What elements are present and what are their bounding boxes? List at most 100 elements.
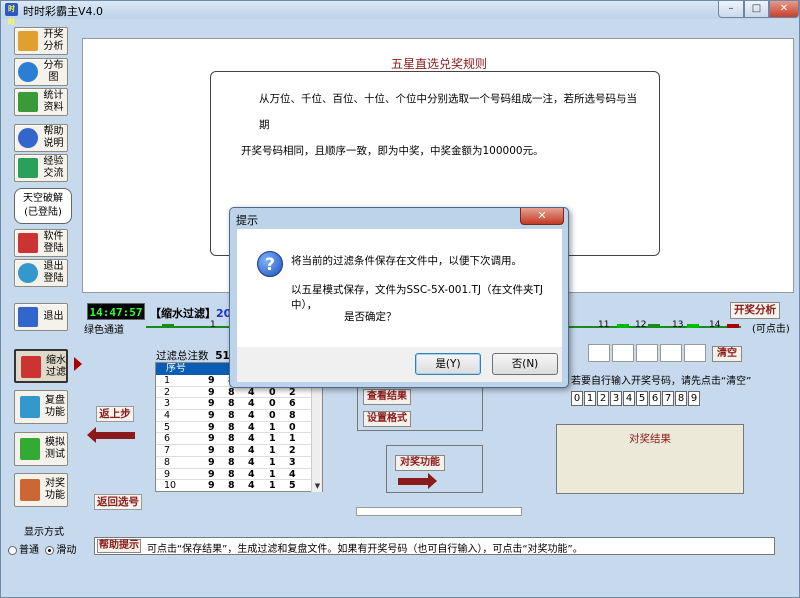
digit-button[interactable]: 1 (584, 391, 596, 406)
maximize-button[interactable]: □ (744, 1, 769, 18)
channel-segment (162, 324, 174, 328)
puzzle-icon (20, 479, 40, 501)
dialog-line-3: 是否确定？ (344, 311, 397, 323)
prize-function-button[interactable]: 对奖功能 (395, 455, 445, 471)
table-row[interactable]: 8 9 8 4 1 3 (156, 457, 322, 469)
title-bar: 时时 时时彩霸主V4.0 – □ ✕ (1, 1, 799, 26)
mode-prize-button[interactable]: 对奖 功能 (14, 473, 68, 507)
row-digit: 8 (228, 410, 235, 422)
yes-button[interactable]: 是(Y) (415, 353, 481, 375)
arrow-right-icon (398, 473, 437, 489)
sidebar-item-label: 统计 资料 (43, 90, 64, 113)
number-input-4[interactable] (660, 344, 682, 362)
row-digit: 1 (289, 433, 296, 445)
radio-scroll[interactable] (45, 545, 55, 555)
refresh-icon (20, 438, 40, 460)
row-number: 1 (164, 375, 171, 386)
sidebar-item-exchange[interactable]: 经验 交流 (14, 154, 68, 182)
table-row[interactable]: 7 9 8 4 1 2 (156, 445, 322, 457)
row-digit: 1 (269, 468, 276, 480)
digit-pad: 0123456789 (571, 391, 701, 407)
sidebar-item-exit[interactable]: 退出 (14, 303, 68, 331)
sidebar-item-label: 退出 (43, 311, 64, 322)
set-format-button[interactable]: 设置格式 (363, 411, 411, 427)
digit-button[interactable]: 8 (675, 391, 687, 406)
digit-button[interactable]: 4 (623, 391, 635, 406)
mode-replay-button[interactable]: 复盘 功能 (14, 390, 68, 424)
account-badge[interactable]: 天空破解 (已登陆) (14, 188, 72, 224)
digit-button[interactable]: 0 (571, 391, 583, 406)
row-digit: 9 (208, 386, 215, 398)
radio-normal[interactable] (8, 545, 17, 555)
filter-total-value: 51 (215, 350, 230, 362)
row-digit: 4 (248, 398, 255, 410)
dialog-close-button[interactable]: ✕ (520, 208, 564, 225)
filter-total-label: 过滤总注数 (156, 350, 209, 362)
table-row[interactable]: 5 9 8 4 1 0 (156, 422, 322, 434)
mode-simulate-button[interactable]: 模拟 测试 (14, 432, 68, 466)
dialog-line-2: 以五星模式保存，文件为SSC-5X-001.TJ（在文件夹TJ中）， (291, 284, 543, 311)
minimize-button[interactable]: – (718, 1, 744, 18)
sidebar-item-login[interactable]: 软件 登陆 (14, 229, 68, 257)
no-button[interactable]: 否(N) (492, 353, 558, 375)
table-row[interactable]: 6 9 8 4 1 1 (156, 433, 322, 446)
sidebar-item-label: 开奖 分析 (43, 29, 64, 52)
table-row[interactable]: 4 9 8 4 0 8 (156, 410, 322, 422)
digit-button[interactable]: 9 (688, 391, 700, 406)
number-input-1[interactable] (588, 344, 610, 362)
help-tip-button[interactable]: 帮助提示 (97, 539, 141, 553)
row-digit: 4 (248, 456, 255, 468)
window-title: 时时彩霸主V4.0 (23, 5, 104, 18)
table-row[interactable]: 9 9 8 4 1 4 (156, 469, 322, 481)
row-digit: 8 (228, 445, 235, 457)
close-button[interactable]: ✕ (769, 1, 799, 18)
channel-mark: 13 (672, 320, 684, 330)
row-digit: 4 (248, 445, 255, 457)
channel-segment (648, 324, 660, 328)
help-icon (18, 128, 38, 148)
filter-total: 过滤总注数 51 (156, 348, 230, 363)
mode-label: 对奖 功能 (45, 478, 65, 501)
clear-button[interactable]: 清空 (712, 346, 742, 362)
mode-filter-button[interactable]: 缩水 过滤 (14, 349, 68, 383)
row-digit: 0 (289, 421, 296, 433)
view-results-button[interactable]: 查看结果 (363, 389, 411, 405)
green-channel-label: 绿色通道 (84, 325, 124, 336)
number-input-2[interactable] (612, 344, 634, 362)
account-name: 天空破解 (23, 193, 63, 204)
table-row[interactable]: 2 9 8 4 0 2 (156, 387, 322, 399)
globe-icon (18, 62, 38, 82)
row-number: 10 (164, 480, 177, 492)
sidebar-item-logout[interactable]: 退出 登陆 (14, 259, 68, 287)
table-row[interactable]: 3 9 8 4 0 6 (156, 398, 322, 411)
rules-line-1: 从万位、千位、百位、十位、个位中分别选取一个号码组成一注，若所选号码与当期 (259, 93, 637, 131)
digit-button[interactable]: 7 (662, 391, 674, 406)
digit-button[interactable]: 2 (597, 391, 609, 406)
dialog-title: 提示 (236, 214, 258, 227)
row-digit: 9 (208, 468, 215, 480)
digit-button[interactable]: 6 (649, 391, 661, 406)
back-step-button[interactable]: 返上步 (96, 406, 134, 422)
radio-scroll-label: 滑动 (56, 545, 77, 556)
table-row[interactable]: 10 9 8 4 1 5 (156, 480, 322, 492)
row-digit: 1 (269, 433, 276, 445)
digit-button[interactable]: 3 (610, 391, 622, 406)
digit-button[interactable]: 5 (636, 391, 648, 406)
row-digit: 9 (208, 421, 215, 433)
number-input-5[interactable] (684, 344, 706, 362)
mode-label: 复盘 功能 (45, 395, 65, 418)
sidebar-item-stats[interactable]: 统计 资料 (14, 88, 68, 116)
exit-icon (18, 307, 38, 327)
back-select-button[interactable]: 返回选号 (94, 494, 142, 510)
mode-label: 模拟 测试 (45, 437, 65, 460)
sidebar-item-analysis[interactable]: 开奖 分析 (14, 27, 68, 55)
row-digit: 0 (269, 410, 276, 422)
sidebar-item-distribution[interactable]: 分布 图 (14, 58, 68, 86)
number-input-3[interactable] (636, 344, 658, 362)
analyze-button[interactable]: 开奖分析 (730, 302, 780, 319)
sidebar-item-help[interactable]: 帮助 说明 (14, 124, 68, 152)
display-mode-radios: 普通 滑动 (8, 541, 76, 556)
channel-mark: 12 (635, 320, 647, 330)
scroll-down-icon[interactable]: ▼ (313, 482, 322, 491)
scissors-icon (21, 356, 41, 378)
